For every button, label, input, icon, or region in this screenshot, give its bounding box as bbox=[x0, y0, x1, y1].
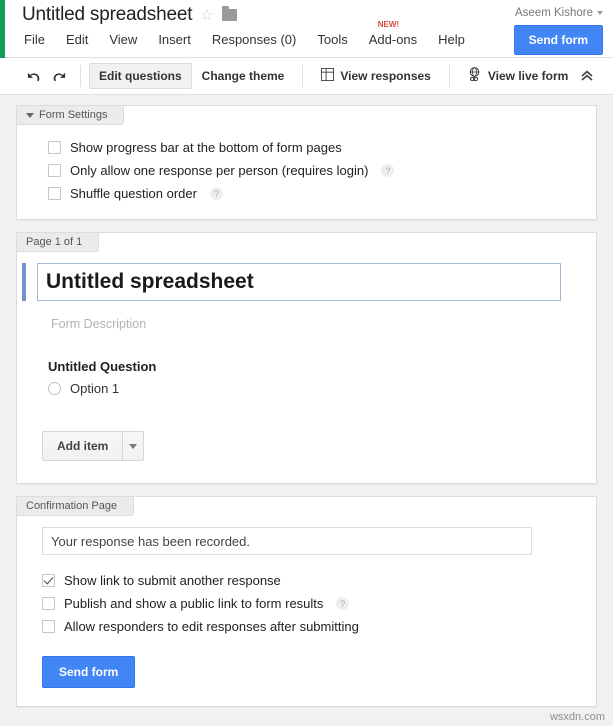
menu-item-file[interactable]: File bbox=[22, 31, 47, 48]
question-item[interactable]: Untitled Question Option 1 bbox=[48, 359, 596, 396]
form-settings-tab-label: Form Settings bbox=[39, 109, 107, 121]
confirmation-page-body: Show link to submit another response Pub… bbox=[17, 497, 596, 706]
setting-label-shuffle: Shuffle question order bbox=[70, 186, 197, 201]
selected-item-accent-bar bbox=[22, 263, 26, 301]
menu-item-responses[interactable]: Responses (0) bbox=[210, 31, 299, 48]
tab-view-live-form[interactable]: View live form bbox=[458, 61, 578, 91]
menu-bar: File Edit View Insert Responses (0) Tool… bbox=[22, 31, 467, 48]
conf-row-show-link: Show link to submit another response bbox=[42, 569, 596, 592]
setting-row-one-response: Only allow one response per person (requ… bbox=[48, 159, 596, 182]
menu-item-help[interactable]: Help bbox=[436, 31, 467, 48]
app-header: Untitled spreadsheet ☆ File Edit View In… bbox=[0, 0, 613, 58]
confirmation-page-tab-label: Confirmation Page bbox=[26, 500, 117, 512]
form-settings-tab[interactable]: Form Settings bbox=[17, 106, 124, 125]
help-icon-one-response[interactable]: ? bbox=[381, 164, 394, 177]
conf-row-allow-edit: Allow responders to edit responses after… bbox=[42, 615, 596, 638]
confirmation-page-tab: Confirmation Page bbox=[17, 497, 134, 516]
chevron-down-icon bbox=[597, 11, 603, 15]
question-option-row: Option 1 bbox=[48, 381, 596, 396]
checkbox-publish-public-link[interactable] bbox=[42, 597, 55, 610]
globe-link-icon bbox=[468, 67, 482, 85]
form-page-body: Form Description Untitled Question Optio… bbox=[17, 233, 596, 483]
form-settings-panel: Form Settings Show progress bar at the b… bbox=[16, 105, 597, 220]
setting-row-progress-bar: Show progress bar at the bottom of form … bbox=[48, 136, 596, 159]
triangle-down-icon bbox=[129, 444, 137, 449]
conf-label-allow-edit: Allow responders to edit responses after… bbox=[64, 619, 359, 634]
app-accent-bar bbox=[0, 0, 5, 58]
redo-icon[interactable] bbox=[46, 64, 72, 88]
watermark: wsxdn.com bbox=[550, 711, 605, 723]
double-chevron-up-icon[interactable] bbox=[575, 65, 599, 87]
radio-option-1[interactable] bbox=[48, 382, 61, 395]
star-outline-icon[interactable]: ☆ bbox=[200, 8, 213, 23]
add-item-group: Add item bbox=[42, 431, 144, 461]
setting-label-one-response: Only allow one response per person (requ… bbox=[70, 163, 368, 178]
toolbar-divider bbox=[449, 65, 450, 87]
editor-content: Form Settings Show progress bar at the b… bbox=[0, 95, 613, 707]
folder-icon[interactable] bbox=[222, 9, 237, 21]
menu-item-addons-label: Add-ons bbox=[369, 32, 417, 47]
undo-icon[interactable] bbox=[20, 64, 46, 88]
page-title[interactable]: Untitled spreadsheet bbox=[22, 4, 192, 26]
setting-row-shuffle: Shuffle question order ? bbox=[48, 182, 596, 205]
add-item-dropdown-button[interactable] bbox=[122, 431, 144, 461]
question-title: Untitled Question bbox=[48, 359, 596, 374]
conf-label-show-link: Show link to submit another response bbox=[64, 573, 281, 588]
add-item-button[interactable]: Add item bbox=[42, 431, 122, 461]
tab-edit-questions-label: Edit questions bbox=[99, 69, 182, 83]
tab-view-responses-label: View responses bbox=[340, 69, 431, 83]
tab-view-live-form-label: View live form bbox=[488, 69, 568, 83]
toolbar-divider bbox=[80, 65, 81, 87]
menu-item-tools[interactable]: Tools bbox=[315, 31, 349, 48]
tab-view-responses[interactable]: View responses bbox=[311, 62, 441, 90]
send-form-button-bottom[interactable]: Send form bbox=[42, 656, 135, 688]
menu-item-addons[interactable]: NEW! Add-ons bbox=[367, 31, 419, 48]
tab-edit-questions[interactable]: Edit questions bbox=[89, 63, 192, 89]
form-page-panel: Page 1 of 1 Form Description Untitled Qu… bbox=[16, 232, 597, 484]
new-badge: NEW! bbox=[378, 20, 399, 29]
user-account-menu[interactable]: Aseem Kishore bbox=[515, 7, 603, 19]
checkbox-show-submit-another-link[interactable] bbox=[42, 574, 55, 587]
tab-change-theme-label: Change theme bbox=[202, 69, 285, 83]
confirmation-options: Show link to submit another response Pub… bbox=[42, 569, 596, 638]
editor-toolbar: Edit questions Change theme View respons… bbox=[0, 58, 613, 95]
confirmation-page-panel: Confirmation Page Show link to submit an… bbox=[16, 496, 597, 707]
option-1-label: Option 1 bbox=[70, 381, 119, 396]
send-form-button-top[interactable]: Send form bbox=[514, 25, 603, 55]
grid-icon bbox=[321, 68, 334, 84]
checkbox-shuffle-question-order[interactable] bbox=[48, 187, 61, 200]
checkbox-one-response-per-person[interactable] bbox=[48, 164, 61, 177]
form-description-placeholder[interactable]: Form Description bbox=[51, 317, 596, 331]
user-name-label: Aseem Kishore bbox=[515, 7, 593, 19]
setting-label-progress-bar: Show progress bar at the bottom of form … bbox=[70, 140, 342, 155]
tab-change-theme[interactable]: Change theme bbox=[192, 63, 295, 89]
form-title-input[interactable] bbox=[37, 263, 561, 301]
toolbar-divider bbox=[302, 65, 303, 87]
conf-row-publish-results: Publish and show a public link to form r… bbox=[42, 592, 596, 615]
help-icon-shuffle[interactable]: ? bbox=[210, 187, 223, 200]
menu-item-view[interactable]: View bbox=[107, 31, 139, 48]
menu-item-insert[interactable]: Insert bbox=[156, 31, 193, 48]
checkbox-show-progress-bar[interactable] bbox=[48, 141, 61, 154]
checkbox-allow-edit-responses[interactable] bbox=[42, 620, 55, 633]
conf-label-publish-results: Publish and show a public link to form r… bbox=[64, 596, 323, 611]
help-icon-publish-results[interactable]: ? bbox=[336, 597, 349, 610]
menu-item-edit[interactable]: Edit bbox=[64, 31, 90, 48]
confirmation-message-input[interactable] bbox=[42, 527, 532, 555]
triangle-down-icon[interactable] bbox=[26, 113, 34, 118]
document-title-row: Untitled spreadsheet ☆ bbox=[22, 4, 237, 26]
